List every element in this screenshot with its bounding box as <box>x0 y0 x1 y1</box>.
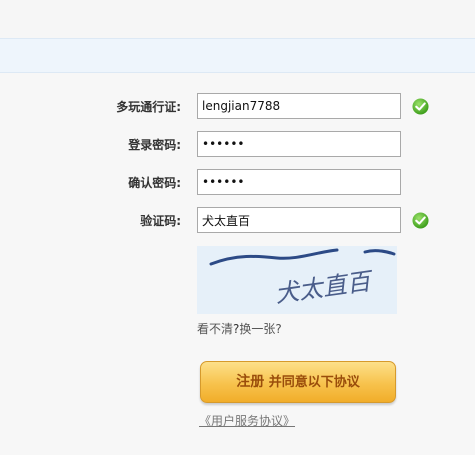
username-label: 多玩通行证: <box>116 100 181 114</box>
password-input[interactable]: •••••• <box>197 131 401 157</box>
username-row: 多玩通行证: <box>0 93 475 121</box>
refresh-captcha[interactable]: 看不清?换一张? <box>197 320 282 337</box>
confirm-password-row: 确认密码: •••••• <box>0 169 475 197</box>
user-agreement-link[interactable]: 《用户服务协议》 <box>199 412 295 429</box>
captcha-input[interactable] <box>197 207 401 233</box>
password-row: 登录密码: •••••• <box>0 131 475 159</box>
username-input[interactable] <box>197 93 401 119</box>
register-button[interactable]: 注册 并同意以下协议 <box>200 361 396 403</box>
captcha-label: 验证码: <box>140 214 181 228</box>
header-band <box>0 38 475 73</box>
check-icon <box>412 212 429 229</box>
top-strip <box>0 0 475 38</box>
refresh-text: 看不清 <box>197 322 234 336</box>
captcha-image[interactable]: 犬太直百 <box>197 246 397 314</box>
captcha-row: 验证码: <box>0 207 475 235</box>
confirm-password-label: 确认密码: <box>128 176 181 190</box>
confirm-password-input[interactable]: •••••• <box>197 169 401 195</box>
register-button-rest: 并同意以下协议 <box>264 375 360 390</box>
check-icon <box>412 98 429 115</box>
refresh-link[interactable]: 换一张? <box>239 322 281 336</box>
register-button-main: 注册 <box>236 374 265 390</box>
password-label: 登录密码: <box>128 138 181 152</box>
